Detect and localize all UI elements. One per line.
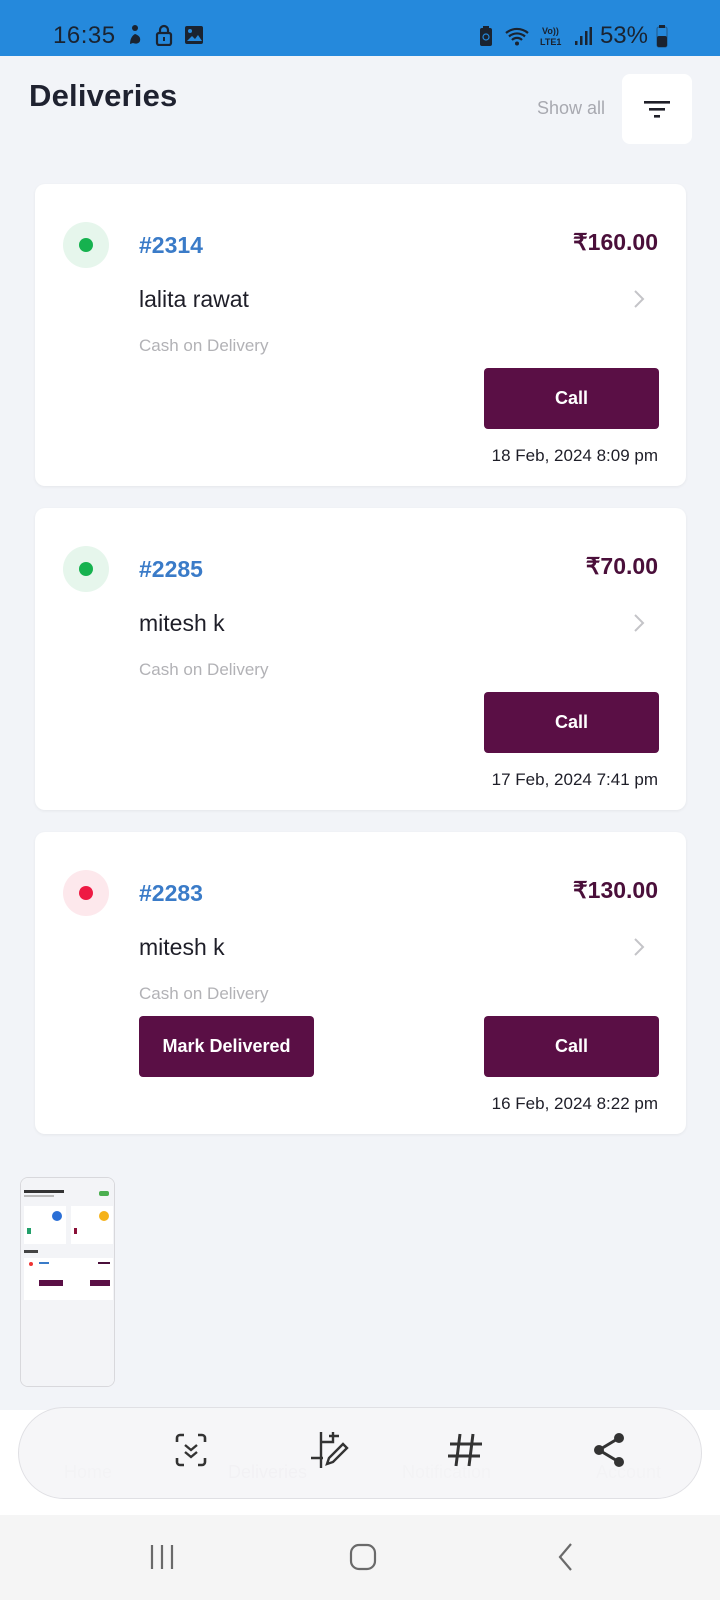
payment-method: Cash on Delivery: [139, 984, 269, 1003]
crop-edit-icon: [311, 1432, 349, 1468]
battery-icon: [656, 25, 668, 48]
status-dot: [79, 562, 93, 576]
page-title: Deliveries: [29, 78, 178, 113]
order-amount: ₹130.00: [573, 877, 658, 903]
svg-text:Vo)): Vo)): [542, 26, 559, 36]
filter-icon: [644, 101, 670, 118]
volte-lte-icon: Vo))LTE1: [540, 26, 561, 47]
order-datetime: 16 Feb, 2024 8:22 pm: [491, 1094, 658, 1113]
hashtag-button[interactable]: [443, 1428, 487, 1472]
battery-percent: 53%: [599, 22, 648, 49]
filter-button[interactable]: [622, 74, 692, 144]
crop-edit-button[interactable]: [307, 1428, 351, 1472]
screenshot-toolbar: [18, 1407, 702, 1499]
screenshot-thumbnail[interactable]: [20, 1177, 115, 1387]
status-indicator: [63, 870, 109, 916]
scroll-capture-icon: [175, 1433, 207, 1467]
battery-saver-icon: [479, 26, 492, 46]
status-dot: [79, 238, 93, 252]
chevron-right-icon[interactable]: [632, 937, 646, 957]
accessibility-icon: [130, 25, 141, 44]
home-icon: [349, 1543, 377, 1571]
chevron-right-icon[interactable]: [632, 613, 646, 633]
image-icon: [185, 26, 203, 44]
back-button[interactable]: [546, 1537, 586, 1577]
call-button[interactable]: Call: [484, 1016, 659, 1077]
customer-name: mitesh k: [139, 934, 225, 960]
status-time: 16:35: [53, 22, 116, 49]
order-id[interactable]: #2314: [139, 232, 203, 259]
call-button[interactable]: Call: [484, 368, 659, 429]
delivery-card[interactable]: #2285 ₹70.00 mitesh k Cash on Delivery C…: [35, 508, 686, 810]
back-icon: [558, 1543, 572, 1571]
call-button[interactable]: Call: [484, 692, 659, 753]
order-datetime: 17 Feb, 2024 7:41 pm: [491, 770, 658, 789]
payment-method: Cash on Delivery: [139, 660, 269, 679]
thumbnail-preview-image: [21, 1178, 114, 1386]
chevron-right-icon[interactable]: [632, 289, 646, 309]
scroll-capture-button[interactable]: [169, 1428, 213, 1472]
customer-name: mitesh k: [139, 610, 225, 636]
customer-name: lalita rawat: [139, 286, 249, 312]
recent-apps-button[interactable]: [142, 1537, 182, 1577]
order-id[interactable]: #2285: [139, 556, 203, 583]
delivery-card[interactable]: #2314 ₹160.00 lalita rawat Cash on Deliv…: [35, 184, 686, 486]
delivery-card[interactable]: #2283 ₹130.00 mitesh k Cash on Delivery …: [35, 832, 686, 1134]
lock-icon: [155, 24, 173, 46]
share-icon: [594, 1433, 624, 1467]
status-indicator: [63, 546, 109, 592]
payment-method: Cash on Delivery: [139, 336, 269, 355]
status-dot: [79, 886, 93, 900]
wifi-icon: [505, 27, 529, 46]
home-button[interactable]: [343, 1537, 383, 1577]
order-amount: ₹70.00: [585, 553, 658, 579]
system-nav-bar: [0, 1515, 720, 1600]
hashtag-icon: [448, 1433, 482, 1467]
signal-icon: [574, 27, 592, 45]
page-header: Deliveries Show all: [0, 56, 720, 156]
order-id[interactable]: #2283: [139, 880, 203, 907]
show-all-link[interactable]: Show all: [537, 98, 605, 119]
status-indicator: [63, 222, 109, 268]
share-button[interactable]: [587, 1428, 631, 1472]
svg-text:LTE1: LTE1: [540, 37, 561, 47]
order-amount: ₹160.00: [573, 229, 658, 255]
status-bar: 16:35 Vo)) LTE1 53%: [0, 0, 720, 56]
order-datetime: 18 Feb, 2024 8:09 pm: [491, 446, 658, 465]
recent-apps-icon: [150, 1545, 174, 1569]
mark-delivered-button[interactable]: Mark Delivered: [139, 1016, 314, 1077]
